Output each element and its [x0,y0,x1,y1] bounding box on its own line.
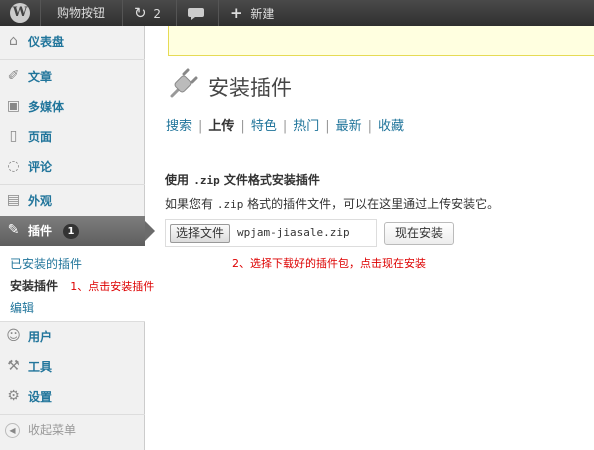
site-name-link[interactable]: 购物按钮 [57,0,105,26]
admin-notice [168,26,594,56]
admin-bar: W 购物按钮 ↻ 2 + 新建 [0,0,594,26]
wordpress-logo-icon: W [10,3,30,23]
menu-plugins-label: 插件 [28,224,53,238]
menu-appearance-label: 外观 [28,194,53,208]
menu-pages[interactable]: ▯ 页面 [0,122,145,152]
wp-logo-menu[interactable]: W [0,0,40,26]
upload-desc-suffix: 格式的插件文件，可以在这里通过上传安装它。 [247,197,500,211]
selected-file-name: wpjam-jiasale.zip [237,226,350,239]
menu-posts-label: 文章 [28,70,53,84]
tab-search[interactable]: 搜索 [166,119,192,134]
plugins-submenu: 已安装的插件 安装插件 1、点击安装插件 编辑 [0,246,154,322]
menu-tools[interactable]: ⚒ 工具 [0,352,145,382]
menu-pages-label: 页面 [28,130,53,144]
file-upload-field: 选择文件 wpjam-jiasale.zip [165,219,377,247]
menu-comments[interactable]: ◌ 评论 [0,152,145,182]
refresh-icon: ↻ [134,4,147,22]
comment-icon: ◌ [7,158,20,174]
upload-desc-prefix: 如果您有 [165,197,214,211]
upload-heading-suffix: 文件格式安装插件 [223,173,320,187]
plugin-icon: ✎ [7,222,20,238]
install-tabs: 搜索 | 上传 | 特色 | 热门 | 最新 | 收藏 [166,119,405,134]
tab-newest[interactable]: 最新 [336,119,362,134]
collapse-menu-button[interactable]: ◀ 收起菜单 [0,415,145,445]
settings-icon: ⚙ [7,388,20,404]
upload-heading-code: .zip [193,174,220,187]
plus-icon: + [230,4,243,22]
submenu-add-new-plugin[interactable]: 安装插件 1、点击安装插件 [10,277,154,294]
collapse-arrow-icon: ◀ [5,423,20,438]
new-label: 新建 [250,7,275,21]
plugin-page-icon [170,68,198,98]
users-icon: ☺ [6,328,21,344]
dashboard-icon: ⌂ [9,33,18,49]
appearance-icon: ▤ [6,192,21,208]
menu-posts[interactable]: ✐ 文章 [0,62,145,92]
comment-bubble-icon [188,7,204,20]
menu-comments-label: 评论 [28,160,53,174]
page-title: 安装插件 [208,76,292,100]
menu-dashboard[interactable]: ⌂ 仪表盘 [0,27,145,57]
tab-featured[interactable]: 特色 [251,119,277,134]
menu-tools-label: 工具 [28,360,53,374]
upload-heading: 使用 .zip 文件格式安装插件 [165,171,320,188]
page-icon: ▯ [9,128,18,144]
updates-count: 2 [153,7,162,21]
install-now-button[interactable]: 现在安装 [384,222,454,245]
upload-heading-prefix: 使用 [165,173,190,187]
submenu-installed-plugins[interactable]: 已安装的插件 [10,255,82,272]
admin-sidebar: ⌂ 仪表盘 ✐ 文章 ▣ 多媒体 ▯ 页面 ◌ 评论 ▤ 外观 ✎ 插件 1 已… [0,26,155,450]
media-icon: ▣ [6,98,21,114]
new-content-link[interactable]: + 新建 [230,0,274,26]
tools-icon: ⚒ [7,358,20,374]
plugin-update-badge: 1 [63,224,79,239]
choose-file-button[interactable]: 选择文件 [170,224,231,243]
tab-upload[interactable]: 上传 [208,119,234,134]
comments-link[interactable] [188,0,204,26]
menu-media[interactable]: ▣ 多媒体 [0,92,145,122]
menu-settings[interactable]: ⚙ 设置 [0,382,145,412]
pin-icon: ✐ [7,68,20,84]
submenu-editor[interactable]: 编辑 [10,299,34,316]
submenu-add-new-label: 安装插件 [10,279,59,293]
upload-desc-code: .zip [216,198,244,211]
tab-favorites[interactable]: 收藏 [378,119,404,134]
collapse-menu-label: 收起菜单 [28,423,77,437]
annotation-step-1: 1、点击安装插件 [70,280,155,293]
menu-media-label: 多媒体 [28,100,65,114]
updates-link[interactable]: ↻ 2 [134,0,161,26]
menu-plugins[interactable]: ✎ 插件 1 [0,216,155,246]
menu-appearance[interactable]: ▤ 外观 [0,186,145,216]
annotation-step-2: 2、选择下载好的插件包，点击现在安装 [232,257,426,270]
menu-users-label: 用户 [28,330,53,344]
upload-description: 如果您有 .zip 格式的插件文件，可以在这里通过上传安装它。 [165,195,499,212]
tab-popular[interactable]: 热门 [293,119,319,134]
menu-dashboard-label: 仪表盘 [28,35,65,49]
menu-settings-label: 设置 [28,390,53,404]
menu-users[interactable]: ☺ 用户 [0,322,145,352]
